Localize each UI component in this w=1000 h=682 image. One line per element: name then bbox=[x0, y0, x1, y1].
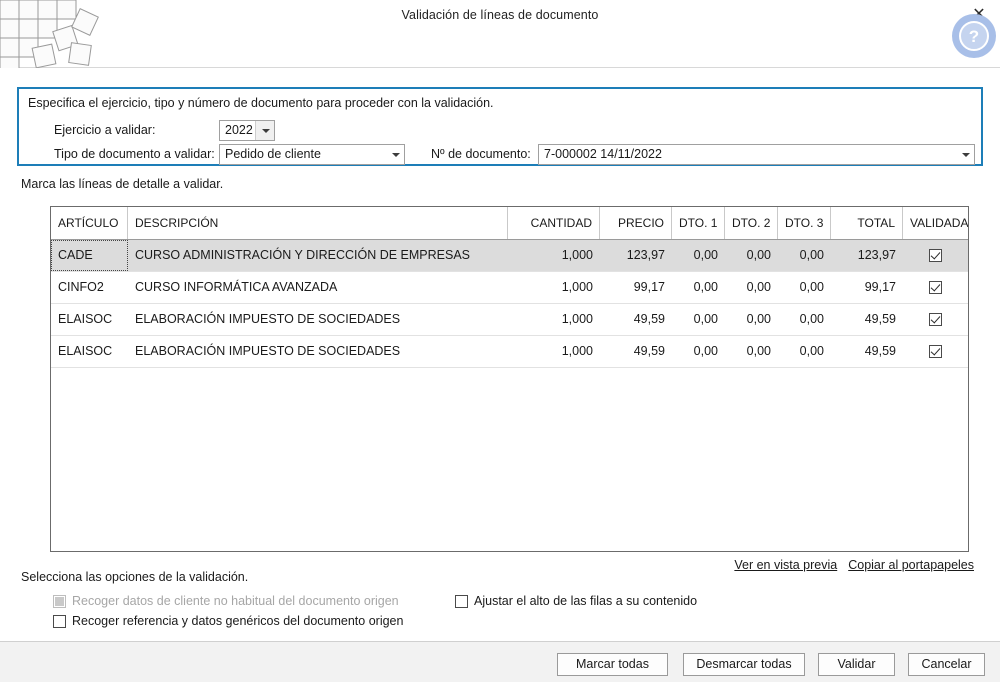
tipo-documento-label: Tipo de documento a validar: bbox=[54, 147, 215, 161]
window-titlebar: Validación de líneas de documento ✕ ? bbox=[0, 0, 1000, 68]
cell-total: 123,97 bbox=[857, 248, 896, 262]
window-title: Validación de líneas de documento bbox=[401, 8, 599, 22]
column-header-total[interactable]: TOTAL bbox=[831, 207, 903, 239]
tipo-documento-value: Pedido de cliente bbox=[225, 147, 321, 161]
cell-descripcion: ELABORACIÓN IMPUESTO DE SOCIEDADES bbox=[135, 344, 401, 358]
chevron-down-icon[interactable] bbox=[385, 145, 404, 164]
desmarcar-todas-button[interactable]: Desmarcar todas bbox=[683, 653, 805, 676]
cell-dto2: 0,00 bbox=[746, 344, 771, 358]
cell-dto1: 0,00 bbox=[693, 248, 718, 262]
detail-lines-table: ARTÍCULO DESCRIPCIÓN CANTIDAD PRECIO DTO. 1D… bbox=[50, 206, 969, 552]
cell-cantidad: 1,000 bbox=[561, 312, 593, 326]
cancelar-button[interactable]: Cancelar bbox=[908, 653, 985, 676]
checkbox-icon[interactable] bbox=[455, 594, 468, 608]
numero-documento-value: 7-000002 14/11/2022 bbox=[544, 147, 662, 161]
cell-articulo: CINFO2 bbox=[58, 280, 104, 294]
column-header-validada[interactable]: VALIDADA bbox=[903, 207, 968, 239]
document-selection-panel: Especifica el ejercicio, tipo y número d… bbox=[17, 87, 983, 166]
panel-instruction: Especifica el ejercicio, tipo y número d… bbox=[28, 96, 494, 110]
cell-articulo: ELAISOC bbox=[58, 312, 113, 326]
option-recoger-datos-cliente: Recoger datos de cliente no habitual del… bbox=[53, 594, 399, 608]
cell-dto1: 0,00 bbox=[693, 312, 718, 326]
cell-total: 99,17 bbox=[864, 280, 896, 294]
checkbox-icon bbox=[53, 594, 66, 608]
column-header-dto-1[interactable]: DTO. 1 bbox=[672, 207, 725, 239]
option-label: Recoger datos de cliente no habitual del… bbox=[72, 594, 399, 608]
cell-dto2: 0,00 bbox=[746, 312, 771, 326]
cell-cantidad: 1,000 bbox=[561, 280, 593, 294]
table-header-row: ARTÍCULO DESCRIPCIÓN CANTIDAD PRECIO DTO. 1D… bbox=[51, 207, 968, 240]
dialog-footer: Marcar todas Desmarcar todas Validar Can… bbox=[0, 641, 1000, 682]
help-button[interactable]: ? bbox=[952, 14, 996, 58]
validar-button[interactable]: Validar bbox=[818, 653, 895, 676]
cell-precio: 49,59 bbox=[633, 312, 665, 326]
cell-articulo: CADE bbox=[51, 240, 128, 271]
cell-total: 49,59 bbox=[864, 344, 896, 358]
cell-dto2: 0,00 bbox=[746, 280, 771, 294]
cell-validada[interactable] bbox=[903, 304, 968, 335]
option-label: Ajustar el alto de las filas a su conten… bbox=[474, 594, 698, 608]
marcar-todas-button[interactable]: Marcar todas bbox=[557, 653, 668, 676]
table-row[interactable]: CADE CURSO ADMINISTRACIÓN Y DIRECCIÓN DE … bbox=[51, 240, 968, 272]
cell-precio: 99,17 bbox=[633, 280, 665, 294]
tipo-documento-select[interactable]: Pedido de cliente bbox=[219, 144, 405, 165]
column-header-dto-3[interactable]: DTO. 3 bbox=[778, 207, 831, 239]
checkbox-icon[interactable] bbox=[929, 345, 942, 358]
link-ver-en-vista-previa[interactable]: Ver en vista previa bbox=[734, 558, 837, 572]
cell-cantidad: 1,000 bbox=[561, 344, 593, 358]
cell-dto3: 0,00 bbox=[799, 344, 824, 358]
column-header-precio[interactable]: PRECIO bbox=[600, 207, 672, 239]
cell-total: 49,59 bbox=[864, 312, 896, 326]
cell-dto3: 0,00 bbox=[799, 312, 824, 326]
cell-validada[interactable] bbox=[903, 336, 968, 367]
checkbox-icon[interactable] bbox=[929, 281, 942, 294]
table-row[interactable]: ELAISOC ELABORACIÓN IMPUESTO DE SOCIEDADE… bbox=[51, 304, 968, 336]
ejercicio-value: 2022 bbox=[225, 123, 253, 137]
cell-descripcion: ELABORACIÓN IMPUESTO DE SOCIEDADES bbox=[135, 312, 401, 326]
column-header-descripci-n[interactable]: DESCRIPCIÓN bbox=[128, 207, 508, 239]
option-ajustar-alto-filas[interactable]: Ajustar el alto de las filas a su conten… bbox=[455, 594, 697, 608]
ejercicio-select[interactable]: 2022 bbox=[219, 120, 275, 141]
column-header-dto-2[interactable]: DTO. 2 bbox=[725, 207, 778, 239]
cell-articulo: ELAISOC bbox=[58, 344, 113, 358]
cell-dto3: 0,00 bbox=[799, 280, 824, 294]
numero-documento-select[interactable]: 7-000002 14/11/2022 bbox=[538, 144, 975, 165]
checkbox-icon[interactable] bbox=[929, 313, 942, 326]
numero-documento-label: Nº de documento: bbox=[431, 147, 531, 161]
cell-dto1: 0,00 bbox=[693, 344, 718, 358]
link-copiar-al-portapapeles[interactable]: Copiar al portapapeles bbox=[848, 558, 974, 572]
cell-validada[interactable] bbox=[903, 272, 968, 303]
table-row[interactable]: ELAISOC ELABORACIÓN IMPUESTO DE SOCIEDADE… bbox=[51, 336, 968, 368]
cell-descripcion: CURSO ADMINISTRACIÓN Y DIRECCIÓN DE EMPR… bbox=[135, 248, 471, 262]
option-label: Recoger referencia y datos genéricos del… bbox=[72, 614, 404, 628]
cell-precio: 123,97 bbox=[626, 248, 665, 262]
column-header-art-culo[interactable]: ARTÍCULO bbox=[51, 207, 128, 239]
options-caption: Selecciona las opciones de la validación… bbox=[21, 570, 249, 584]
table-body: CADE CURSO ADMINISTRACIÓN Y DIRECCIÓN DE … bbox=[51, 240, 968, 368]
chevron-down-icon[interactable] bbox=[955, 145, 974, 164]
cell-dto1: 0,00 bbox=[693, 280, 718, 294]
column-header-cantidad[interactable]: CANTIDAD bbox=[508, 207, 600, 239]
table-row[interactable]: CINFO2 CURSO INFORMÁTICA AVANZADA 1,000 99,… bbox=[51, 272, 968, 304]
cell-dto2: 0,00 bbox=[746, 248, 771, 262]
checkbox-icon[interactable] bbox=[53, 614, 66, 628]
grid-caption: Marca las líneas de detalle a validar. bbox=[21, 177, 224, 191]
ejercicio-label: Ejercicio a validar: bbox=[54, 123, 156, 137]
cell-validada[interactable] bbox=[903, 240, 968, 271]
chevron-down-icon[interactable] bbox=[255, 121, 274, 140]
help-icon: ? bbox=[959, 21, 989, 51]
cell-dto3: 0,00 bbox=[799, 248, 824, 262]
option-recoger-referencia[interactable]: Recoger referencia y datos genéricos del… bbox=[53, 614, 403, 628]
cell-cantidad: 1,000 bbox=[561, 248, 593, 262]
checkbox-icon[interactable] bbox=[929, 249, 942, 262]
cell-descripcion: CURSO INFORMÁTICA AVANZADA bbox=[135, 280, 338, 294]
cell-precio: 49,59 bbox=[633, 344, 665, 358]
